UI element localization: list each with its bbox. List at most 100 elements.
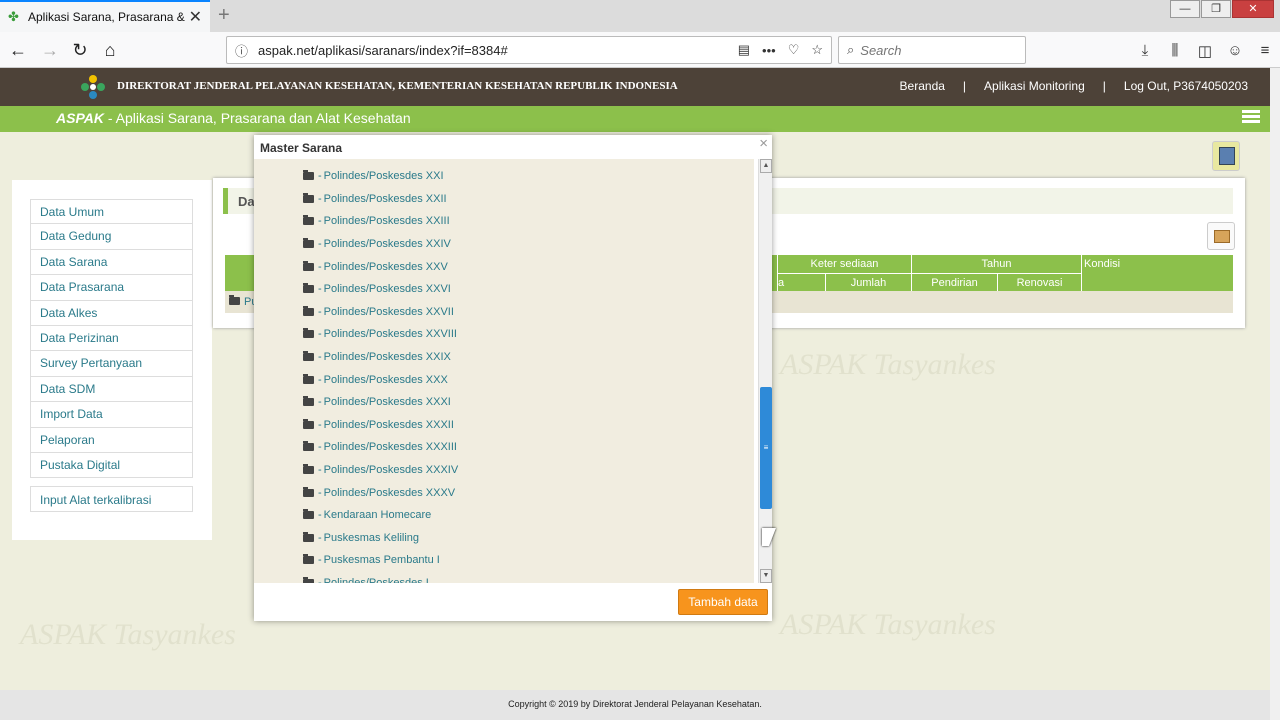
page-scrollbar[interactable] bbox=[1270, 68, 1280, 720]
list-item-label: Polindes/Poskesdes XXIII bbox=[323, 215, 450, 228]
list-item[interactable]: - Polindes/Poskesdes I bbox=[303, 572, 458, 583]
kemenkes-logo-icon bbox=[81, 75, 105, 99]
list-item-label: Polindes/Poskesdes XXIV bbox=[323, 238, 451, 251]
list-scrollbar[interactable]: ▲ ≡ ▼ bbox=[758, 159, 772, 583]
sidebar-item-survey-pertanyaan[interactable]: Survey Pertanyaan bbox=[30, 351, 193, 377]
list-item[interactable]: - Polindes/Poskesdes XXV bbox=[303, 255, 458, 278]
col-pendirian: Pendirian bbox=[911, 273, 997, 291]
list-item[interactable]: - Polindes/Poskesdes XXXII bbox=[303, 414, 458, 437]
sarana-tree: - Polindes/Poskesdes XXI - Polindes/Poskesd… bbox=[303, 165, 458, 583]
list-item-label: Polindes/Poskesdes I bbox=[323, 576, 429, 583]
list-item[interactable]: - Polindes/Poskesdes XXXIV bbox=[303, 459, 458, 482]
site-info-icon[interactable]: ⓘ bbox=[235, 41, 248, 60]
bookmark-star-icon[interactable]: ☆ bbox=[811, 42, 823, 58]
col-kondisi: Kondisi bbox=[1081, 255, 1233, 291]
list-item[interactable]: - Puskesmas Pembantu I bbox=[303, 549, 458, 572]
sidebar-item-data-alkes[interactable]: Data Alkes bbox=[30, 300, 193, 326]
library-icon[interactable]: ⫼ bbox=[1160, 42, 1190, 60]
building-button[interactable] bbox=[1212, 141, 1240, 171]
sidebar-item-data-sdm[interactable]: Data SDM bbox=[30, 376, 193, 403]
scroll-thumb[interactable]: ≡ bbox=[760, 386, 772, 509]
search-box[interactable]: ⌕ bbox=[838, 36, 1026, 64]
dialog-close-icon[interactable]: × bbox=[759, 135, 768, 152]
tambah-data-button[interactable]: Tambah data bbox=[678, 589, 768, 615]
list-item[interactable]: - Puskesmas Keliling bbox=[303, 527, 458, 550]
list-item[interactable]: - Kendaraan Homecare bbox=[303, 504, 458, 527]
forward-icon[interactable]: → bbox=[38, 38, 62, 62]
reload-icon[interactable]: ↻ bbox=[68, 38, 92, 62]
list-item[interactable]: - Polindes/Poskesdes XXVIII bbox=[303, 323, 458, 346]
top-header: DIREKTORAT JENDERAL PELAYANAN KESEHATAN,… bbox=[0, 68, 1270, 106]
account-icon[interactable]: ☺ bbox=[1220, 42, 1250, 60]
sidebar-item-data-umum[interactable]: Data Umum bbox=[30, 199, 193, 225]
list-item-label: Kendaraan Homecare bbox=[323, 509, 432, 522]
home-icon[interactable]: ⌂ bbox=[98, 38, 122, 62]
list-item[interactable]: - Polindes/Poskesdes XXVI bbox=[303, 278, 458, 301]
reader-view-icon[interactable]: ▤ bbox=[738, 42, 750, 58]
sidebar-item-data-perizinan[interactable]: Data Perizinan bbox=[30, 325, 193, 352]
sidebar-item-data-prasarana[interactable]: Data Prasarana bbox=[30, 275, 193, 301]
box-button[interactable] bbox=[1207, 222, 1235, 250]
sidebar-toggle-icon[interactable]: ◫ bbox=[1190, 42, 1220, 60]
tab-close-icon[interactable]: ✕ bbox=[189, 7, 202, 27]
app-menu-icon[interactable]: ≡ bbox=[1250, 42, 1280, 60]
footer: Copyright © 2019 by Direktorat Jenderal … bbox=[0, 690, 1270, 720]
folder-icon bbox=[303, 373, 314, 384]
search-input[interactable] bbox=[860, 42, 1011, 58]
list-item[interactable]: - Polindes/Poskesdes XXIV bbox=[303, 233, 458, 256]
sidebar-item-data-gedung[interactable]: Data Gedung bbox=[30, 224, 193, 250]
watermark: ASPAK Tasyankes bbox=[780, 348, 996, 381]
list-item-label: Polindes/Poskesdes XXXIV bbox=[323, 464, 459, 477]
url-bar[interactable]: ⓘ aspak.net/aplikasi/saranars/index?if=8… bbox=[226, 36, 832, 64]
page-actions-icon[interactable]: ••• bbox=[762, 43, 776, 58]
list-item[interactable]: - Polindes/Poskesdes XXXIII bbox=[303, 436, 458, 459]
window-close-icon[interactable]: ✕ bbox=[1232, 0, 1274, 18]
scroll-down-icon[interactable]: ▼ bbox=[760, 569, 772, 583]
list-item-label: Polindes/Poskesdes XXII bbox=[323, 192, 447, 205]
sidebar-item-data-sarana[interactable]: Data Sarana bbox=[30, 249, 193, 276]
folder-icon bbox=[303, 238, 314, 249]
url-text[interactable]: aspak.net/aplikasi/saranars/index?if=838… bbox=[258, 43, 726, 58]
pocket-icon[interactable]: ♡ bbox=[788, 42, 800, 58]
nav-logout[interactable]: Log Out, P3674050203 bbox=[1124, 79, 1248, 93]
search-icon: ⌕ bbox=[847, 42, 855, 57]
list-dash: - bbox=[318, 509, 322, 522]
folder-icon bbox=[303, 192, 314, 203]
folder-icon bbox=[303, 260, 314, 271]
sidebar-item-import-data[interactable]: Import Data bbox=[30, 402, 193, 428]
list-dash: - bbox=[318, 215, 322, 228]
folder-icon bbox=[303, 283, 314, 294]
back-icon[interactable]: ← bbox=[6, 38, 30, 62]
col-keter-sediaan: Keter sediaan bbox=[777, 255, 911, 273]
list-item[interactable]: - Polindes/Poskesdes XXXV bbox=[303, 481, 458, 504]
sidebar-item-pelaporan[interactable]: Pelaporan bbox=[30, 427, 193, 453]
browser-tab[interactable]: ✤ Aplikasi Sarana, Prasarana & Pe ✕ bbox=[0, 0, 210, 32]
minimize-icon[interactable]: — bbox=[1170, 0, 1200, 18]
toolbar-icons: ⤓ ⫼ ◫ ☺ ≡ bbox=[1130, 42, 1280, 60]
restore-icon[interactable]: ❐ bbox=[1201, 0, 1231, 18]
col-renovasi: Renovasi bbox=[997, 273, 1081, 291]
sidebar-item-pustaka-digital[interactable]: Pustaka Digital bbox=[30, 452, 193, 479]
list-item-label: Puskesmas Keliling bbox=[323, 531, 420, 544]
hamburger-menu-icon[interactable] bbox=[1242, 110, 1260, 126]
folder-icon bbox=[303, 576, 314, 583]
list-item[interactable]: - Polindes/Poskesdes XXII bbox=[303, 188, 458, 211]
sidebar-item-input-alat-terkalibrasi[interactable]: Input Alat terkalibrasi bbox=[30, 486, 193, 512]
list-item[interactable]: - Polindes/Poskesdes XXXI bbox=[303, 391, 458, 414]
nav-beranda[interactable]: Beranda bbox=[900, 79, 945, 93]
list-item[interactable]: - Polindes/Poskesdes XXIII bbox=[303, 210, 458, 233]
new-tab-icon[interactable]: + bbox=[218, 4, 230, 27]
list-item[interactable]: - Polindes/Poskesdes XXIX bbox=[303, 346, 458, 369]
scroll-up-icon[interactable]: ▲ bbox=[760, 159, 772, 173]
nav-aplikasi-monitoring[interactable]: Aplikasi Monitoring bbox=[984, 79, 1085, 93]
list-item[interactable]: - Polindes/Poskesdes XXX bbox=[303, 368, 458, 391]
watermark: ASPAK Tasyankes bbox=[780, 608, 996, 641]
folder-icon bbox=[303, 305, 314, 316]
list-item[interactable]: - Polindes/Poskesdes XXI bbox=[303, 165, 458, 188]
folder-icon bbox=[303, 486, 314, 497]
list-dash: - bbox=[318, 283, 322, 296]
download-icon[interactable]: ⤓ bbox=[1130, 42, 1160, 60]
list-item[interactable]: - Polindes/Poskesdes XXVII bbox=[303, 301, 458, 324]
app-title: ASPAK - Aplikasi Sarana, Prasarana dan A… bbox=[56, 110, 411, 126]
list-item-label: Polindes/Poskesdes XXXI bbox=[323, 396, 451, 409]
